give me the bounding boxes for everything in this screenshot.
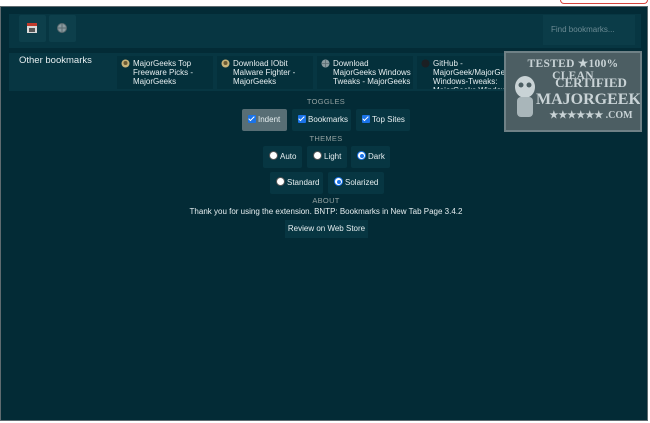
toggle-label: Indent [258, 115, 281, 124]
theme-label: Dark [368, 152, 385, 161]
theme-label: Light [324, 152, 342, 161]
badge-line: ★★★★★★ .COM [549, 110, 633, 121]
other-bookmarks-folder[interactable]: Other bookmarks [19, 55, 92, 66]
badge-line: CERTIFIED [555, 75, 627, 90]
bookmark-label: Download MajorGeeks Windows Tweaks - Maj… [333, 59, 411, 86]
bookmark-label: Download IObit Malware Fighter - MajorGe… [233, 59, 296, 86]
theme-dark-option[interactable]: Dark [351, 146, 390, 168]
toggle-label: Top Sites [372, 115, 405, 124]
theme-light-option[interactable]: Light [307, 146, 347, 168]
about-heading: ABOUT [312, 196, 340, 205]
review-on-web-store-button[interactable]: Review on Web Store [285, 220, 368, 238]
majorgeeks-favicon-icon [221, 59, 230, 68]
github-icon [421, 59, 430, 68]
checkbox-checked-icon [362, 115, 370, 123]
bookmarks-manager-icon [27, 23, 37, 33]
themes-heading: THEMES [309, 134, 343, 143]
checkbox-checked-icon [298, 115, 306, 123]
about-text: Thank you for using the extension. BNTP:… [189, 207, 463, 216]
globe-icon [57, 23, 67, 33]
majorgeeks-favicon-icon [121, 59, 130, 68]
radio-icon [276, 177, 285, 186]
bookmark-item[interactable]: GitHub - MajorGeek/MajorGeeks-Windows-Tw… [417, 56, 513, 89]
bookmarks-manager-button[interactable] [19, 15, 46, 42]
toggle-label: Bookmarks [308, 115, 349, 124]
search-input[interactable]: Find bookmarks... [543, 15, 635, 45]
extensions-page-button[interactable] [49, 15, 76, 42]
badge-line: MAJORGEEKS [536, 91, 642, 108]
toggle-indent[interactable]: Indent [242, 109, 287, 131]
toggle-top-sites[interactable]: Top Sites [356, 109, 410, 131]
palette-solarized-option[interactable]: Solarized [328, 172, 384, 194]
palette-standard-option[interactable]: Standard [270, 172, 323, 194]
majorgeeks-certified-badge: TESTED ★100% CLEAN CERTIFIED MAJORGEEKS … [504, 51, 642, 132]
radio-icon [269, 151, 278, 160]
radio-selected-icon [357, 151, 366, 160]
bookmark-item[interactable]: Download IObit Malware Fighter - MajorGe… [217, 56, 313, 89]
globe-icon [321, 59, 330, 68]
checkbox-checked-icon [248, 115, 256, 123]
radio-icon [313, 151, 322, 160]
palette-label: Solarized [345, 178, 379, 187]
palette-label: Standard [287, 178, 320, 187]
top-bar: Find bookmarks... [9, 14, 641, 48]
theme-auto-option[interactable]: Auto [263, 146, 302, 168]
toggle-bookmarks[interactable]: Bookmarks [292, 109, 351, 131]
theme-label: Auto [280, 152, 297, 161]
browser-window-control [560, 0, 648, 4]
radio-selected-icon [334, 177, 343, 186]
bookmark-label: GitHub - MajorGeek/MajorGeeks-Windows-Tw… [433, 59, 513, 89]
bookmark-label: MajorGeeks Top Freeware Picks - MajorGee… [133, 59, 194, 86]
bookmark-item[interactable]: MajorGeeks Top Freeware Picks - MajorGee… [117, 56, 213, 89]
bookmark-item[interactable]: Download MajorGeeks Windows Tweaks - Maj… [317, 56, 413, 89]
